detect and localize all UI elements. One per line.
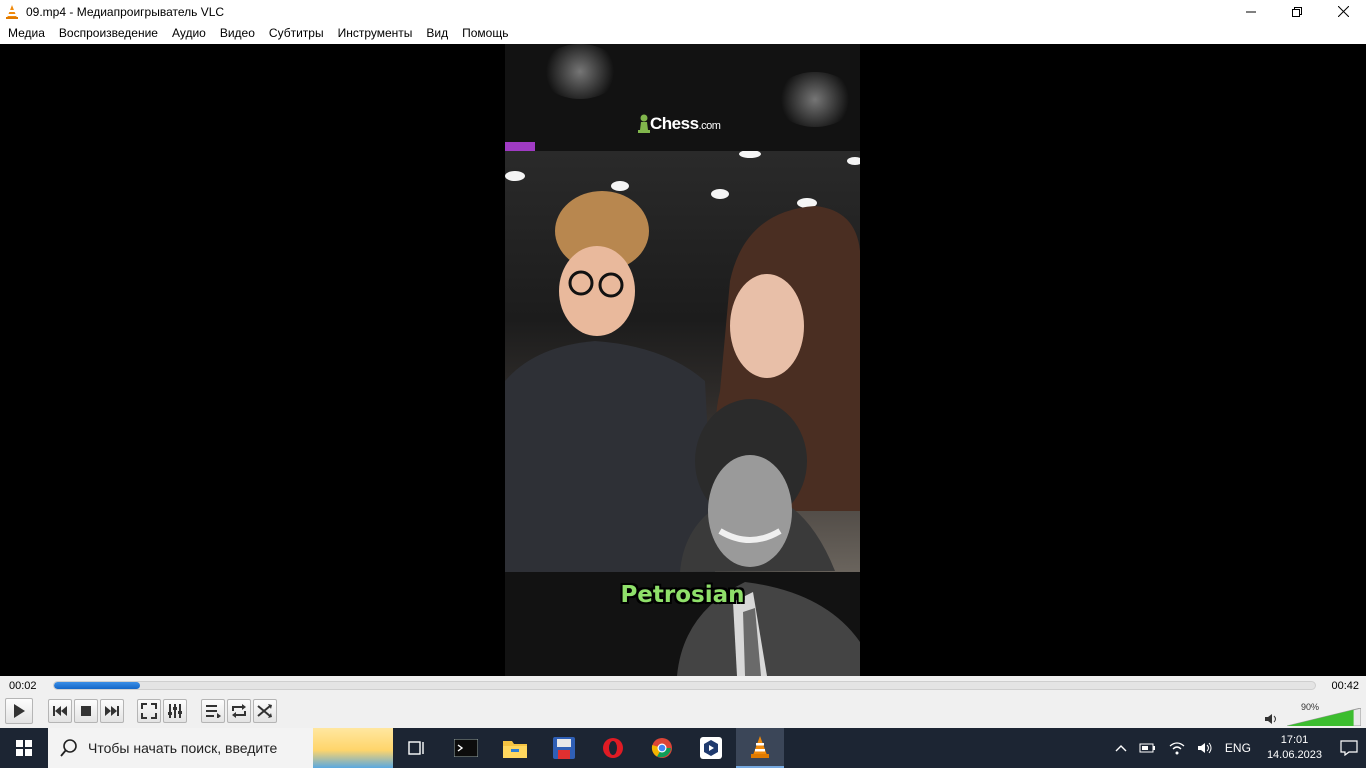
- menu-tools[interactable]: Инструменты: [331, 23, 420, 44]
- windows-logo-icon: [16, 740, 32, 756]
- chrome-button[interactable]: [638, 728, 686, 768]
- time-elapsed[interactable]: 00:02: [9, 680, 37, 692]
- extended-settings-button[interactable]: [163, 699, 187, 723]
- opera-button[interactable]: [589, 728, 637, 768]
- search-icon: [60, 739, 77, 757]
- terminal-button[interactable]: [442, 728, 490, 768]
- shuffle-icon: [257, 704, 272, 718]
- seek-progress-fill: [54, 682, 140, 689]
- chevron-up-icon: [1115, 745, 1127, 752]
- restore-icon: [1292, 6, 1302, 17]
- menu-playback[interactable]: Воспроизведение: [52, 23, 165, 44]
- menu-video[interactable]: Видео: [213, 23, 262, 44]
- menu-bar: Медиа Воспроизведение Аудио Видео Субтит…: [0, 23, 1366, 44]
- task-view-button[interactable]: [393, 728, 441, 768]
- vlc-taskbar-icon: [751, 736, 769, 758]
- terminal-icon: [454, 739, 478, 757]
- time-total[interactable]: 00:42: [1331, 680, 1359, 692]
- pawn-icon: [638, 114, 650, 133]
- title-bar: 09.mp4 - Медиапроигрыватель VLC: [0, 0, 1366, 23]
- stop-button[interactable]: [74, 699, 98, 723]
- vlc-cone-icon: [6, 4, 18, 19]
- volume-tray-button[interactable]: [1197, 741, 1213, 755]
- taskbar: Чтобы начать поиск, введите ENG 17:01 14…: [0, 728, 1366, 768]
- search-highlight-art: [313, 728, 393, 768]
- logo-suffix: .com: [698, 120, 721, 132]
- start-button[interactable]: [0, 728, 48, 768]
- language-indicator[interactable]: ENG: [1225, 741, 1251, 755]
- restore-button[interactable]: [1274, 0, 1320, 23]
- minimize-button[interactable]: [1228, 0, 1274, 23]
- menu-view[interactable]: Вид: [419, 23, 455, 44]
- playlist-icon: [206, 705, 221, 718]
- bokeh-light: [775, 72, 855, 127]
- menu-audio[interactable]: Аудио: [165, 23, 213, 44]
- video-frame: Chess.com Petrosian: [505, 44, 860, 676]
- loop-icon: [232, 704, 246, 718]
- taskbar-search[interactable]: Чтобы начать поиск, введите: [48, 728, 393, 768]
- speaker-icon[interactable]: [1265, 713, 1279, 725]
- clock-time: 17:01: [1280, 734, 1309, 746]
- close-button[interactable]: [1320, 0, 1366, 23]
- clock[interactable]: 17:01 14.06.2023: [1267, 733, 1322, 763]
- loop-button[interactable]: [227, 699, 251, 723]
- close-icon: [1337, 6, 1349, 17]
- controls-row: 90%: [0, 696, 1366, 728]
- previous-icon: [53, 706, 67, 716]
- battery-plug-icon: [1139, 743, 1155, 753]
- volume-control[interactable]: 90%: [1263, 700, 1363, 726]
- next-button[interactable]: [100, 699, 124, 723]
- menu-subtitles[interactable]: Субтитры: [262, 23, 331, 44]
- fullscreen-icon: [141, 703, 157, 719]
- system-tray: ENG 17:01 14.06.2023: [1109, 728, 1366, 768]
- notifications-button[interactable]: [1332, 728, 1366, 768]
- wifi-icon: [1169, 742, 1185, 755]
- search-placeholder: Чтобы начать поиск, введите: [88, 740, 278, 756]
- app-hexagon-button[interactable]: [687, 728, 735, 768]
- logo-text: Chess: [650, 114, 699, 133]
- seek-row: 00:02 00:42: [0, 676, 1366, 696]
- video-area[interactable]: Chess.com Petrosian: [0, 44, 1366, 676]
- menu-help[interactable]: Помощь: [455, 23, 515, 44]
- app-hexagon-icon: [700, 737, 722, 759]
- equalizer-icon: [168, 704, 182, 718]
- save-disk-icon: [553, 737, 575, 759]
- stop-icon: [81, 706, 91, 716]
- file-explorer-icon: [503, 741, 527, 758]
- video-caption: Petrosian: [620, 582, 745, 608]
- file-explorer-button[interactable]: [491, 728, 539, 768]
- playlist-button[interactable]: [201, 699, 225, 723]
- save-disk-button[interactable]: [540, 728, 588, 768]
- video-scene: [505, 151, 860, 572]
- story-progress-accent: [505, 142, 535, 151]
- video-scene-art: [505, 151, 860, 572]
- task-view-icon: [408, 741, 424, 755]
- menu-media[interactable]: Медиа: [1, 23, 52, 44]
- play-button[interactable]: [5, 698, 33, 724]
- chrome-icon: [651, 738, 672, 758]
- chess-logo: Chess.com: [638, 114, 721, 134]
- seek-slider[interactable]: [53, 681, 1316, 690]
- opera-icon: [603, 738, 623, 758]
- battery-button[interactable]: [1139, 742, 1157, 754]
- bokeh-light: [540, 44, 620, 99]
- next-icon: [105, 706, 119, 716]
- minimize-icon: [1246, 11, 1256, 12]
- vlc-taskbar-button[interactable]: [736, 728, 784, 768]
- wifi-button[interactable]: [1169, 741, 1185, 755]
- play-icon: [14, 704, 25, 718]
- shuffle-button[interactable]: [253, 699, 277, 723]
- window-title: 09.mp4 - Медиапроигрыватель VLC: [26, 4, 225, 19]
- volume-slider[interactable]: [1287, 708, 1361, 726]
- clock-date: 14.06.2023: [1266, 749, 1322, 761]
- fullscreen-button[interactable]: [137, 699, 161, 723]
- show-hidden-icons-button[interactable]: [1115, 744, 1127, 752]
- prev-button[interactable]: [48, 699, 72, 723]
- notification-icon: [1340, 740, 1358, 756]
- speaker-tray-icon: [1197, 742, 1212, 754]
